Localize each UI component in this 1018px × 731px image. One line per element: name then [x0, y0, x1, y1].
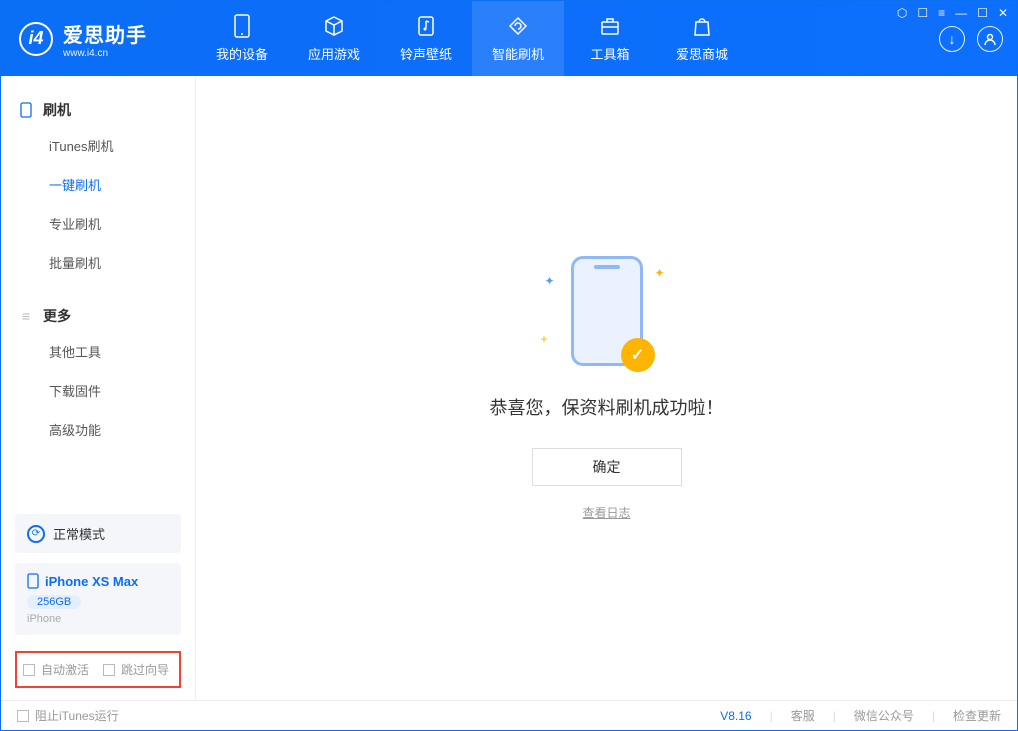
checkbox-auto-activate[interactable]: 自动激活	[23, 661, 89, 678]
device-box[interactable]: iPhone XS Max 256GB iPhone	[15, 563, 181, 635]
sidebar: 刷机 iTunes刷机 一键刷机 专业刷机 批量刷机 ≡ 更多 其他工具 下载固…	[1, 76, 196, 700]
phone-icon	[27, 573, 39, 589]
logo: i4 爱思助手 www.i4.cn	[1, 1, 196, 76]
sidebar-item-pro-flash[interactable]: 专业刷机	[1, 204, 195, 243]
maximize-icon[interactable]: ☐	[977, 6, 988, 20]
mode-icon: ⟳	[27, 525, 45, 543]
tab-my-device[interactable]: 我的设备	[196, 1, 288, 76]
checkbox-label: 跳过向导	[121, 661, 169, 678]
close-icon[interactable]: ✕	[998, 6, 1008, 20]
checkbox-label: 阻止iTunes运行	[35, 707, 119, 724]
bag-icon	[692, 14, 712, 38]
view-log-link[interactable]: 查看日志	[582, 504, 630, 521]
checkbox-icon	[17, 710, 29, 722]
toolbox-icon	[599, 14, 621, 38]
device-icon	[233, 14, 251, 38]
version-label: V8.16	[720, 709, 751, 723]
success-illustration: ✦ ✦ + ✓	[571, 256, 643, 366]
checkbox-label: 自动激活	[41, 661, 89, 678]
music-icon	[416, 14, 436, 38]
checkbox-skip-guide[interactable]: 跳过向导	[103, 661, 169, 678]
download-icon[interactable]: ↓	[939, 26, 965, 52]
refresh-icon	[507, 14, 529, 38]
bottom-options-highlight: 自动激活 跳过向导	[15, 651, 181, 688]
user-icon[interactable]	[977, 26, 1003, 52]
phone-icon	[19, 103, 33, 117]
mode-label: 正常模式	[53, 524, 105, 543]
device-capacity: 256GB	[27, 595, 81, 609]
feedback-icon[interactable]: ☐	[917, 6, 928, 20]
tab-toolbox[interactable]: 工具箱	[564, 1, 656, 76]
mode-box[interactable]: ⟳ 正常模式	[15, 514, 181, 553]
status-bar: 阻止iTunes运行 V8.16 | 客服 | 微信公众号 | 检查更新	[1, 700, 1017, 730]
sidebar-section-title: 更多	[43, 306, 71, 326]
header: i4 爱思助手 www.i4.cn 我的设备 应用游戏 铃声壁纸 智能刷机	[1, 1, 1017, 76]
sidebar-item-download-firmware[interactable]: 下载固件	[1, 371, 195, 410]
sidebar-item-batch-flash[interactable]: 批量刷机	[1, 243, 195, 282]
check-icon: ✓	[621, 338, 655, 372]
device-name: iPhone XS Max	[45, 574, 138, 589]
checkbox-icon	[103, 664, 115, 676]
ok-button[interactable]: 确定	[532, 448, 682, 486]
tab-flash[interactable]: 智能刷机	[472, 1, 564, 76]
device-type: iPhone	[27, 613, 169, 625]
sidebar-item-advanced[interactable]: 高级功能	[1, 410, 195, 449]
main-content: ✦ ✦ + ✓ 恭喜您，保资料刷机成功啦！ 确定 查看日志	[196, 76, 1017, 700]
sidebar-item-itunes-flash[interactable]: iTunes刷机	[1, 126, 195, 165]
tab-label: 智能刷机	[492, 44, 544, 63]
tab-store[interactable]: 爱思商城	[656, 1, 748, 76]
link-support[interactable]: 客服	[791, 707, 815, 724]
tab-label: 爱思商城	[676, 44, 728, 63]
skin-icon[interactable]: ⬡	[897, 6, 907, 20]
app-subtitle: www.i4.cn	[63, 48, 147, 59]
cube-icon	[323, 14, 345, 38]
success-message: 恭喜您，保资料刷机成功啦！	[490, 394, 724, 420]
nav-tabs: 我的设备 应用游戏 铃声壁纸 智能刷机 工具箱 爱思商城	[196, 1, 939, 76]
sidebar-item-oneclick-flash[interactable]: 一键刷机	[1, 165, 195, 204]
tab-label: 铃声壁纸	[400, 44, 452, 63]
minimize-icon[interactable]: —	[955, 6, 967, 20]
logo-icon: i4	[19, 22, 53, 56]
sidebar-section-title: 刷机	[43, 100, 71, 120]
checkbox-block-itunes[interactable]: 阻止iTunes运行	[17, 707, 119, 724]
app-title: 爱思助手	[63, 19, 147, 48]
link-update[interactable]: 检查更新	[953, 707, 1001, 724]
tab-label: 我的设备	[216, 44, 268, 63]
sidebar-section-more: ≡ 更多	[1, 300, 195, 332]
tab-label: 应用游戏	[308, 44, 360, 63]
link-wechat[interactable]: 微信公众号	[854, 707, 914, 724]
list-icon: ≡	[19, 309, 33, 323]
sidebar-item-other-tools[interactable]: 其他工具	[1, 332, 195, 371]
tab-label: 工具箱	[590, 44, 629, 63]
menu-icon[interactable]: ≡	[938, 6, 945, 20]
window-controls: ⬡ ☐ ≡ — ☐ ✕	[897, 6, 1008, 20]
tab-ringtones[interactable]: 铃声壁纸	[380, 1, 472, 76]
sidebar-section-flash: 刷机	[1, 94, 195, 126]
checkbox-icon	[23, 664, 35, 676]
tab-apps[interactable]: 应用游戏	[288, 1, 380, 76]
